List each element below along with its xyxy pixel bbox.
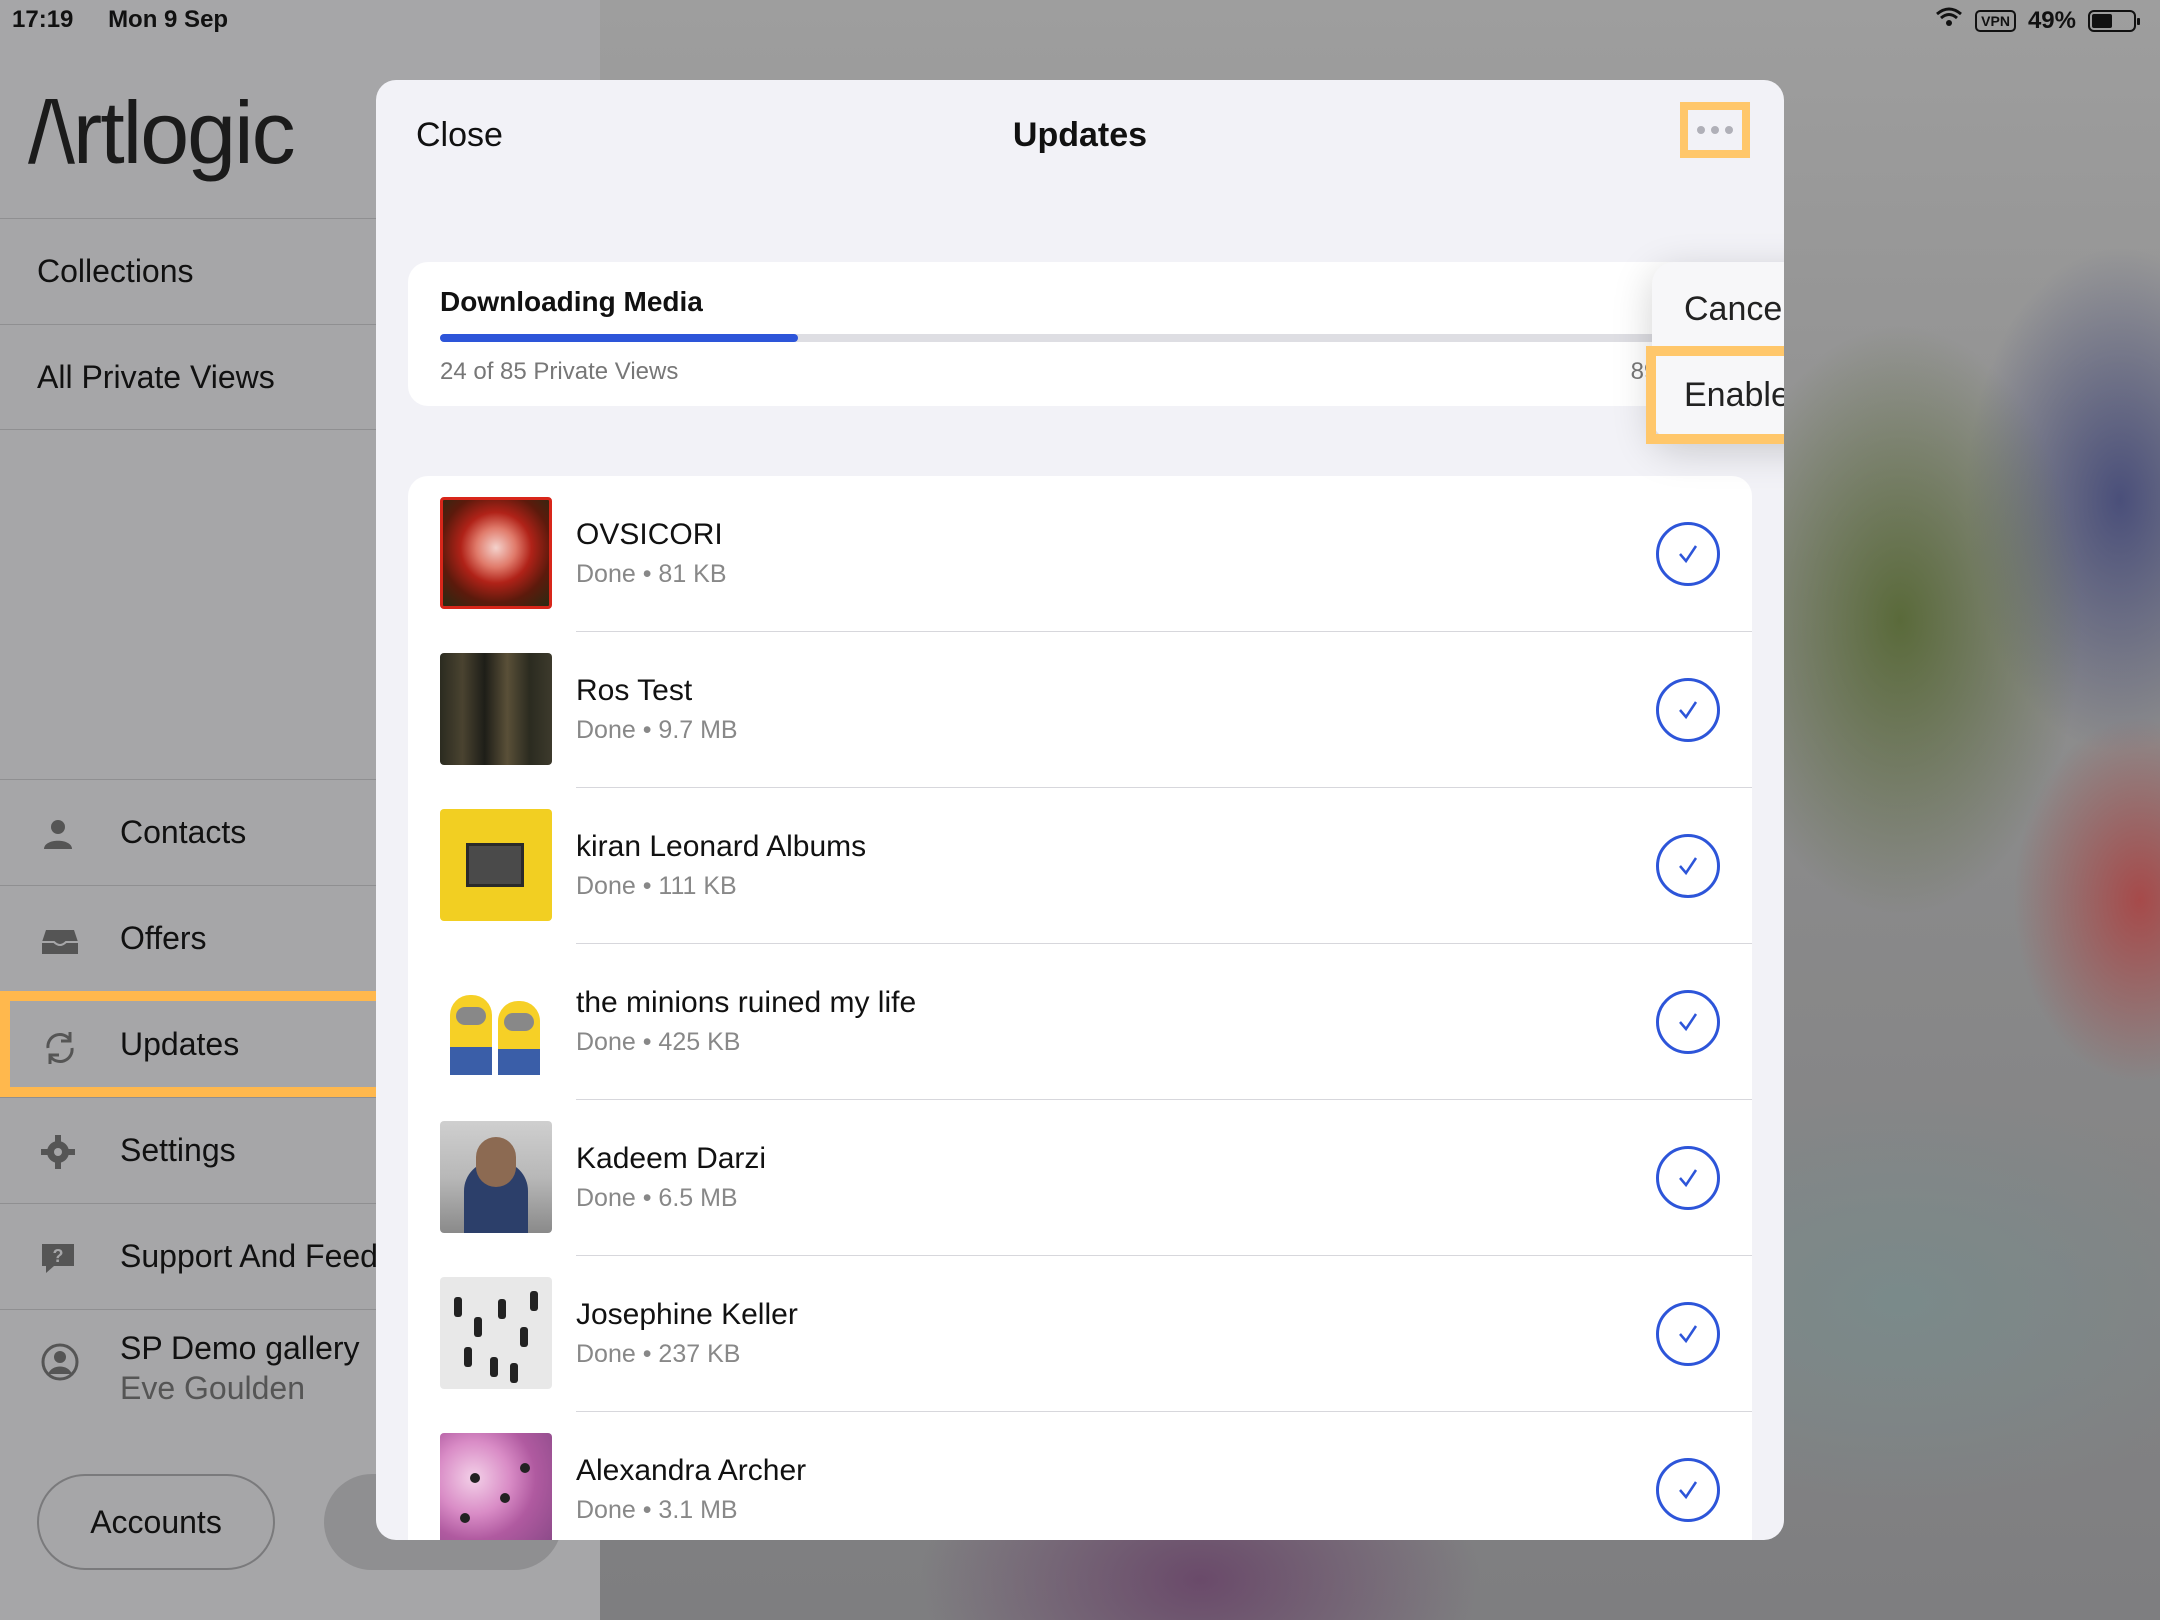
- item-status: Done • 3.1 MB: [576, 1496, 738, 1524]
- marble-spot: [520, 1463, 530, 1473]
- artlogic-logo: /\rtlogic: [28, 83, 296, 182]
- accounts-button[interactable]: Accounts: [37, 1474, 275, 1570]
- updates-list: OVSICORI Done • 81 KB Ros Test Done • 9.…: [408, 476, 1752, 1540]
- item-title: kiran Leonard Albums: [576, 830, 867, 863]
- person-icon: [40, 816, 76, 852]
- thumbnail-image: [440, 497, 552, 609]
- item-status: Done • 9.7 MB: [576, 716, 738, 744]
- modal-title: Updates: [1012, 116, 1148, 154]
- item-status: Done • 111 KB: [576, 872, 737, 900]
- progress-title: Downloading Media: [440, 286, 703, 317]
- minion-goggles: [456, 1007, 486, 1025]
- minion-overalls: [450, 1047, 492, 1075]
- album-photo: [466, 843, 524, 887]
- crowd-figure: [520, 1327, 528, 1347]
- crowd-figure: [464, 1347, 472, 1367]
- sidebar-item-label: Offers: [120, 920, 207, 956]
- crowd-figure: [454, 1297, 462, 1317]
- status-date-text: Mon 9 Sep: [108, 6, 229, 33]
- checkmark-icon: [1656, 678, 1720, 742]
- status-bar-left-overlay: 17:19 Mon 9 Sep: [12, 6, 256, 34]
- progress-status: 24 of 85 Private Views: [440, 358, 679, 385]
- crowd-figure: [498, 1299, 506, 1319]
- marble-spot: [470, 1473, 480, 1483]
- item-status: Done • 425 KB: [576, 1028, 741, 1056]
- item-title: OVSICORI: [576, 518, 723, 551]
- minion-goggles: [504, 1013, 534, 1031]
- list-item[interactable]: Alexandra Archer Done • 3.1 MB: [408, 1412, 1752, 1540]
- sync-icon: [40, 1028, 76, 1064]
- thumbnail-image: [440, 653, 552, 765]
- list-item[interactable]: the minions ruined my life Done • 425 KB: [408, 944, 1752, 1100]
- sidebar-item-label: Support And Feed: [120, 1238, 378, 1274]
- portrait-head: [476, 1137, 516, 1187]
- marble-spot: [460, 1513, 470, 1523]
- crowd-figure: [510, 1363, 518, 1383]
- progress-bar-fill: [440, 334, 799, 342]
- thumbnail-image: [440, 1277, 552, 1389]
- progress-bar: [440, 334, 1720, 342]
- ellipsis-icon: [1725, 126, 1733, 134]
- checkmark-icon: [1656, 1458, 1720, 1522]
- list-item[interactable]: Ros Test Done • 9.7 MB: [408, 632, 1752, 788]
- sidebar-item-label: All Private Views: [37, 358, 275, 395]
- vpn-badge: VPN: [1975, 9, 2016, 32]
- checkmark-icon: [1656, 834, 1720, 898]
- profile-name: SP Demo gallery: [120, 1330, 360, 1366]
- battery-percent: 49%: [2027, 6, 2076, 34]
- sidebar-item-label: Collections: [37, 253, 194, 289]
- crowd-figure: [490, 1357, 498, 1377]
- list-item[interactable]: Kadeem Darzi Done • 6.5 MB: [408, 1100, 1752, 1256]
- menu-item-cancel-downloads[interactable]: Cancel Downloads: [1652, 266, 1784, 352]
- gear-icon: [40, 1134, 76, 1170]
- thumbnail-image: [440, 965, 552, 1077]
- sidebar-item-label: Updates: [120, 1026, 240, 1062]
- menu-item-enable-automatic-updates[interactable]: Enable Automatic Updates: [1646, 346, 1784, 444]
- download-progress-card: Downloading Media 24 of 85 Private Views…: [408, 262, 1752, 406]
- checkmark-icon: [1656, 1146, 1720, 1210]
- list-item[interactable]: Josephine Keller Done • 237 KB: [408, 1256, 1752, 1412]
- status-bar-right: VPN 49%: [1935, 6, 2140, 35]
- list-item[interactable]: kiran Leonard Albums Done • 111 KB: [408, 788, 1752, 944]
- item-status: Done • 81 KB: [576, 560, 727, 588]
- more-options-button[interactable]: [1680, 102, 1750, 158]
- checkmark-icon: [1656, 522, 1720, 586]
- wifi-icon: [1935, 6, 1963, 35]
- battery-icon: [2088, 9, 2140, 32]
- help-bubble-icon: ?: [40, 1240, 76, 1276]
- profile-user: Eve Goulden: [120, 1370, 306, 1406]
- sidebar-item-label: Contacts: [120, 814, 247, 850]
- minion-overalls: [498, 1049, 540, 1075]
- item-title: Josephine Keller: [576, 1298, 798, 1331]
- checkmark-icon: [1656, 990, 1720, 1054]
- crowd-figure: [530, 1291, 538, 1311]
- item-title: Kadeem Darzi: [576, 1142, 767, 1175]
- svg-text:?: ?: [53, 1246, 64, 1266]
- thumbnail-image: [440, 809, 552, 921]
- ellipsis-icon: [1711, 126, 1719, 134]
- more-options-menu: Cancel Downloads Enable Automatic Update…: [1646, 262, 1784, 444]
- updates-modal: Close Updates Downloading Media 24 of 85…: [376, 80, 1784, 1540]
- thumbnail-image: [440, 1121, 552, 1233]
- item-status: Done • 6.5 MB: [576, 1184, 738, 1212]
- crowd-figure: [474, 1317, 482, 1337]
- item-title: the minions ruined my life: [576, 986, 917, 1019]
- item-status: Done • 237 KB: [576, 1340, 741, 1368]
- thumbnail-image: [440, 1433, 552, 1540]
- list-item[interactable]: OVSICORI Done • 81 KB: [408, 476, 1752, 632]
- item-title: Alexandra Archer: [576, 1454, 807, 1487]
- ellipsis-icon: [1697, 126, 1705, 134]
- status-time-text: 17:19: [12, 6, 74, 33]
- tray-icon: [40, 922, 78, 958]
- sidebar-item-label: Settings: [120, 1132, 236, 1168]
- item-title: Ros Test: [576, 674, 693, 707]
- marble-spot: [500, 1493, 510, 1503]
- account-circle-icon: [40, 1342, 79, 1381]
- checkmark-icon: [1656, 1302, 1720, 1366]
